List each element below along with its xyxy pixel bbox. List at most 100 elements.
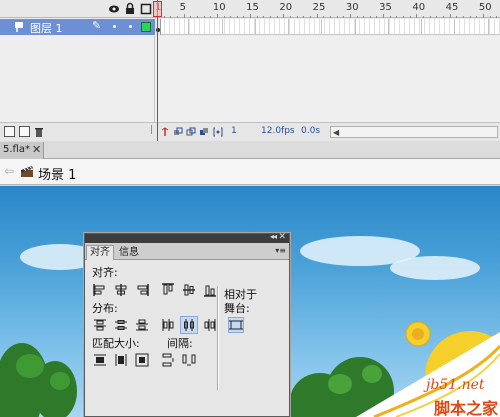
align-section-label: 对齐:: [92, 266, 118, 279]
distribute-right-button[interactable]: [202, 317, 218, 333]
ruler-tick: [489, 16, 491, 18]
scene-breadcrumb[interactable]: 场景 1: [38, 164, 76, 183]
ruler-tick: [456, 16, 458, 18]
site-watermark: jb51.net 脚本之家: [356, 332, 500, 417]
distribute-vertical-center-button[interactable]: [113, 317, 129, 333]
ruler-tick: [163, 16, 165, 18]
timeline-scrollbar[interactable]: ◀: [330, 126, 498, 138]
panel-menu-icon[interactable]: ▾≡: [275, 246, 286, 255]
new-folder-icon[interactable]: [19, 126, 30, 137]
ruler-tick: [476, 16, 478, 18]
ruler-tick: [409, 16, 411, 18]
distribute-horizontal-center-button[interactable]: [180, 316, 198, 334]
timeline-header: 15101520253035404550: [0, 0, 500, 18]
ruler-tick: [442, 16, 444, 18]
ruler-tick: [223, 16, 225, 18]
ruler-frame-number: 5: [179, 2, 186, 13]
onion-markers-icon[interactable]: [213, 127, 223, 137]
onion-outline-icon[interactable]: [186, 127, 196, 137]
back-arrow-icon[interactable]: ⇦: [4, 164, 14, 178]
keyframe[interactable]: [155, 19, 161, 35]
panel-titlebar[interactable]: ◂◂ ✕: [85, 232, 289, 243]
frame-ruler[interactable]: 15101520253035404550: [155, 0, 500, 18]
ruler-tick: [316, 14, 318, 18]
panel-divider: [217, 286, 218, 390]
ruler-tick: [210, 16, 212, 18]
ruler-tick: [383, 14, 385, 18]
collapse-icon[interactable]: ◂◂: [270, 232, 277, 241]
ruler-tick: [416, 14, 418, 18]
ruler-tick: [236, 16, 238, 18]
layer-name[interactable]: 图层 1: [30, 20, 63, 36]
ruler-frame-number: 45: [445, 2, 459, 13]
spacing-section-label: 间隔:: [167, 337, 193, 350]
frames-row[interactable]: [155, 19, 500, 35]
align-left-edge-button[interactable]: [92, 282, 108, 298]
space-evenly-horizontal-button[interactable]: [181, 352, 197, 368]
edit-multiple-icon[interactable]: [199, 127, 209, 137]
frame-block-divider: [221, 19, 223, 34]
onion-skin-icon[interactable]: [173, 127, 183, 137]
new-layer-icon[interactable]: [4, 126, 15, 137]
ruler-tick: [203, 16, 205, 18]
eye-icon[interactable]: [107, 2, 121, 16]
close-icon[interactable]: ✕: [32, 142, 41, 158]
space-evenly-vertical-button[interactable]: [160, 352, 176, 368]
current-frame: 1: [231, 126, 237, 136]
trash-icon[interactable]: [34, 127, 44, 137]
stage-label: 舞台:: [224, 302, 250, 315]
ruler-frame-number: 25: [312, 2, 326, 13]
ruler-tick: [190, 16, 192, 18]
visibility-dot[interactable]: [113, 25, 116, 28]
ruler-frame-number: 40: [412, 2, 426, 13]
ruler-tick: [429, 16, 431, 18]
align-to-stage-toggle[interactable]: [228, 317, 244, 333]
tab-info[interactable]: 信息: [115, 246, 143, 259]
ruler-frame-number: 50: [478, 2, 492, 13]
align-right-edge-button[interactable]: [134, 282, 150, 298]
align-top-edge-button[interactable]: [160, 282, 176, 298]
ruler-tick: [369, 16, 371, 18]
outline-icon[interactable]: [139, 2, 153, 16]
align-horizontal-center-button[interactable]: [113, 282, 129, 298]
lock-icon[interactable]: [123, 2, 137, 16]
distribute-bottom-button[interactable]: [134, 317, 150, 333]
layer-row[interactable]: 图层 1 ✎: [0, 19, 155, 35]
ruler-tick: [256, 16, 258, 18]
ruler-tick: [343, 16, 345, 18]
ruler-tick: [329, 16, 331, 18]
align-buttons-row: [92, 282, 217, 298]
align-bottom-edge-button[interactable]: [202, 282, 218, 298]
playhead-line: [157, 0, 158, 143]
frame-rate[interactable]: 12.0fps: [261, 126, 295, 136]
close-icon[interactable]: ✕: [278, 232, 286, 242]
distribute-top-button[interactable]: [92, 317, 108, 333]
lock-dot[interactable]: [129, 25, 132, 28]
distribute-section-label: 分布:: [92, 302, 118, 315]
ruler-tick: [349, 14, 351, 18]
document-tab[interactable]: 5.fla* ✕: [0, 142, 44, 159]
center-frame-icon[interactable]: [160, 127, 170, 137]
ruler-tick: [296, 16, 298, 18]
ruler-frame-number: 35: [379, 2, 392, 13]
ruler-tick: [250, 14, 252, 18]
scroll-left-arrow-icon[interactable]: ◀: [333, 128, 339, 137]
frame-block-divider: [288, 19, 289, 34]
layer-outline-color[interactable]: [141, 22, 151, 32]
ruler-tick: [290, 16, 291, 18]
ruler-tick: [389, 16, 391, 18]
ruler-tick: [462, 16, 464, 18]
ruler-tick: [482, 14, 484, 18]
watermark-site-name: 脚本之家: [434, 399, 499, 417]
distribute-buttons-row: [92, 316, 218, 334]
playhead-handle[interactable]: [153, 1, 162, 17]
match-width-height-button[interactable]: [134, 352, 150, 368]
distribute-left-button[interactable]: [160, 317, 176, 333]
align-panel: ◂◂ ✕ 对齐 信息 ▾≡ 对齐: 分布: 匹配大小: 间隔: 相对于 舞台:: [84, 232, 290, 417]
tab-align[interactable]: 对齐: [86, 245, 114, 260]
align-vertical-center-button[interactable]: [181, 282, 197, 298]
layer-icon: [14, 21, 26, 33]
ruler-frame-number: 20: [279, 2, 293, 13]
match-width-button[interactable]: [92, 352, 108, 368]
match-height-button[interactable]: [113, 352, 129, 368]
